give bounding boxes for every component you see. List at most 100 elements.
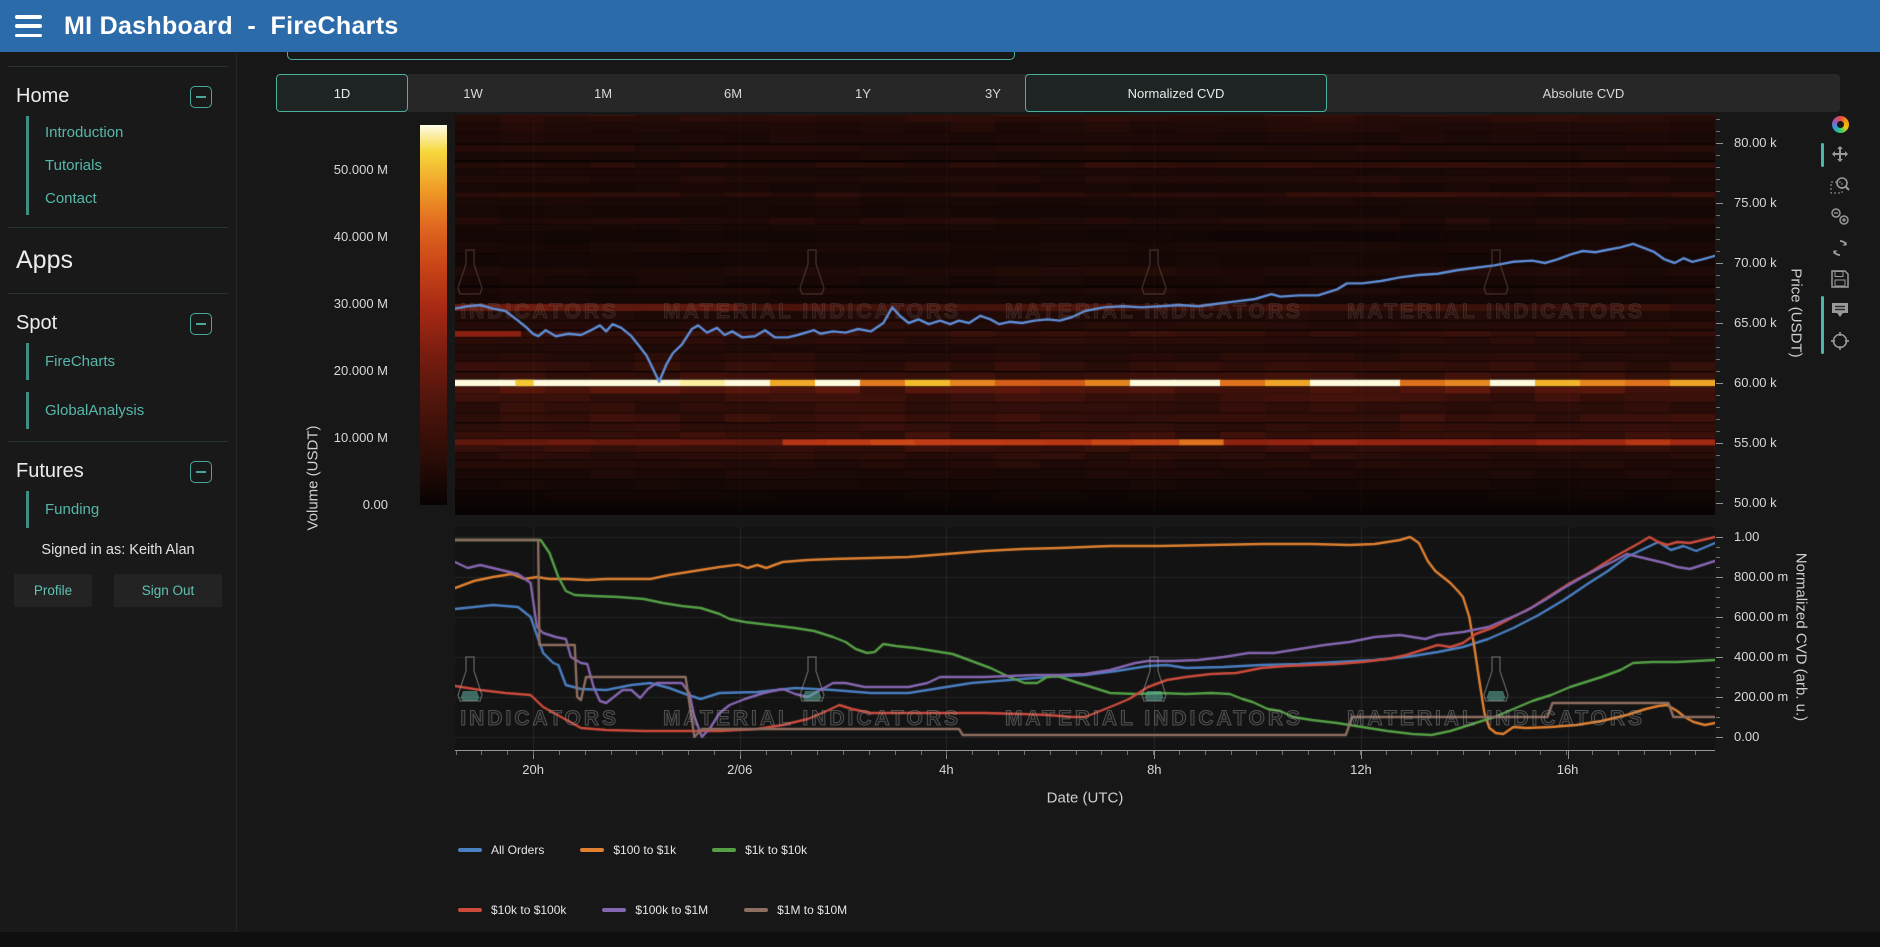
x-minor-tick [972, 751, 973, 755]
x-minor-tick [1308, 751, 1309, 755]
x-minor-tick [688, 751, 689, 755]
save-icon[interactable] [1828, 267, 1852, 291]
menu-icon[interactable] [15, 15, 42, 37]
x-minor-tick [1618, 751, 1619, 755]
sidebar-item-contact[interactable]: Contact [29, 182, 236, 215]
price-tick [1716, 359, 1720, 360]
price-tick-label: 75.00 k [1734, 195, 1777, 210]
zoom-in-out-icon[interactable] [1828, 205, 1852, 229]
sign-out-button[interactable]: Sign Out [114, 574, 222, 607]
cvd-tick-label: 200.00 m [1734, 689, 1788, 704]
legend-item-100-to-1k[interactable]: $100 to $1k [580, 843, 676, 857]
collapse-home-icon[interactable] [190, 86, 212, 108]
sidebar-item-tutorials[interactable]: Tutorials [29, 149, 236, 182]
x-minor-tick [1024, 751, 1025, 755]
sidebar-item-globalanalysis[interactable]: GlobalAnalysis [26, 392, 236, 429]
signed-in-status: Signed in as: Keith Alan [0, 542, 236, 558]
cvd-tick [1716, 627, 1720, 628]
normalized-cvd-button[interactable]: Normalized CVD [1025, 74, 1327, 112]
legend-row-1: All Orders $100 to $1k $1k to $10k [458, 843, 807, 857]
cvd-tick [1716, 607, 1720, 608]
price-tick [1716, 215, 1720, 216]
x-minor-tick [1334, 751, 1335, 755]
x-minor-tick [1231, 751, 1232, 755]
divider [8, 441, 228, 442]
legend-dash [744, 908, 768, 912]
price-tick [1716, 503, 1723, 504]
volume-colorbar [420, 125, 447, 505]
time-range-group: 1D1W1M6M1Y3Y [276, 74, 1058, 112]
x-minor-tick [636, 751, 637, 755]
legend-item-1k-to-10k[interactable]: $1k to $10k [712, 843, 807, 857]
legend-dash [602, 908, 626, 912]
comment-icon[interactable] [1828, 298, 1852, 322]
pan-icon[interactable] [1828, 143, 1852, 167]
collapse-spot-icon[interactable] [190, 313, 212, 335]
price-tick [1716, 275, 1720, 276]
sidebar-item-funding[interactable]: Funding [26, 491, 236, 528]
price-tick [1716, 383, 1723, 384]
x-minor-tick [714, 751, 715, 755]
sidebar-item-introduction[interactable]: Introduction [29, 116, 236, 149]
cvd-plot[interactable]: MATERIAL INDICATORSMATERIAL INDICATORSMA… [455, 527, 1715, 750]
cvd-tick [1716, 577, 1723, 578]
x-minor-tick [1205, 751, 1206, 755]
x-minor-tick [946, 751, 947, 755]
page-title: MI Dashboard - FireCharts [64, 12, 399, 41]
x-minor-tick [507, 751, 508, 755]
range-button-1w[interactable]: 1W [408, 74, 538, 112]
autoscale-icon[interactable] [1828, 236, 1852, 260]
x-minor-tick [456, 751, 457, 755]
x-axis-line [455, 750, 1715, 751]
crosshair-icon[interactable] [1828, 329, 1852, 353]
colorbar-tick-label: 40.000 M [288, 229, 388, 244]
app-root: MI Dashboard - FireCharts HomeIntroducti… [0, 0, 1880, 947]
price-tick [1716, 191, 1720, 192]
heatmap-plot[interactable]: MATERIAL INDICATORSMATERIAL INDICATORSMA… [455, 115, 1715, 515]
absolute-cvd-button[interactable]: Absolute CVD [1327, 74, 1840, 112]
collapse-futures-icon[interactable] [190, 461, 212, 483]
x-minor-tick [843, 751, 844, 755]
x-minor-tick [585, 751, 586, 755]
sidebar-item-firecharts[interactable]: FireCharts [26, 343, 236, 380]
x-minor-tick [895, 751, 896, 755]
price-tick [1716, 467, 1720, 468]
range-button-1m[interactable]: 1M [538, 74, 668, 112]
plotly-logo-icon[interactable] [1828, 112, 1852, 136]
colorbar-tick-label: 20.000 M [288, 363, 388, 378]
price-tick [1716, 167, 1720, 168]
x-tick-label: 20h [522, 762, 544, 777]
legend-item-10k-to-100k[interactable]: $10k to $100k [458, 903, 566, 917]
x-minor-tick [611, 751, 612, 755]
cvd-tick [1716, 737, 1723, 738]
legend-label: All Orders [491, 843, 544, 857]
x-minor-tick [869, 751, 870, 755]
legend-dash [458, 848, 482, 852]
legend-item-100k-to-1m[interactable]: $100k to $1M [602, 903, 708, 917]
range-button-1d[interactable]: 1D [276, 74, 408, 112]
x-tick-label: 16h [1557, 762, 1579, 777]
price-tick [1716, 479, 1720, 480]
cvd-tick [1716, 567, 1720, 568]
section-heading: Apps [16, 246, 73, 275]
range-button-6m[interactable]: 6M [668, 74, 798, 112]
divider [8, 227, 228, 228]
x-minor-tick [1256, 751, 1257, 755]
x-minor-tick [1360, 751, 1361, 755]
cvd-tick [1716, 557, 1720, 558]
profile-button[interactable]: Profile [14, 574, 92, 607]
legend-item-1m-to-10m[interactable]: $1M to $10M [744, 903, 847, 917]
legend-item-all-orders[interactable]: All Orders [458, 843, 544, 857]
box-select-zoom-icon[interactable] [1828, 174, 1852, 198]
sidebar-section-apps: Apps [0, 240, 236, 281]
range-button-1y[interactable]: 1Y [798, 74, 928, 112]
cvd-tick [1716, 547, 1720, 548]
x-minor-tick [921, 751, 922, 755]
x-minor-tick [1411, 751, 1412, 755]
section-items: IntroductionTutorialsContact [26, 116, 236, 215]
app-header: MI Dashboard - FireCharts [0, 0, 1880, 52]
price-tick [1716, 419, 1720, 420]
price-tick-label: 65.00 k [1734, 315, 1777, 330]
x-minor-tick [1050, 751, 1051, 755]
sidebar-section-futures: Futures [0, 454, 236, 489]
